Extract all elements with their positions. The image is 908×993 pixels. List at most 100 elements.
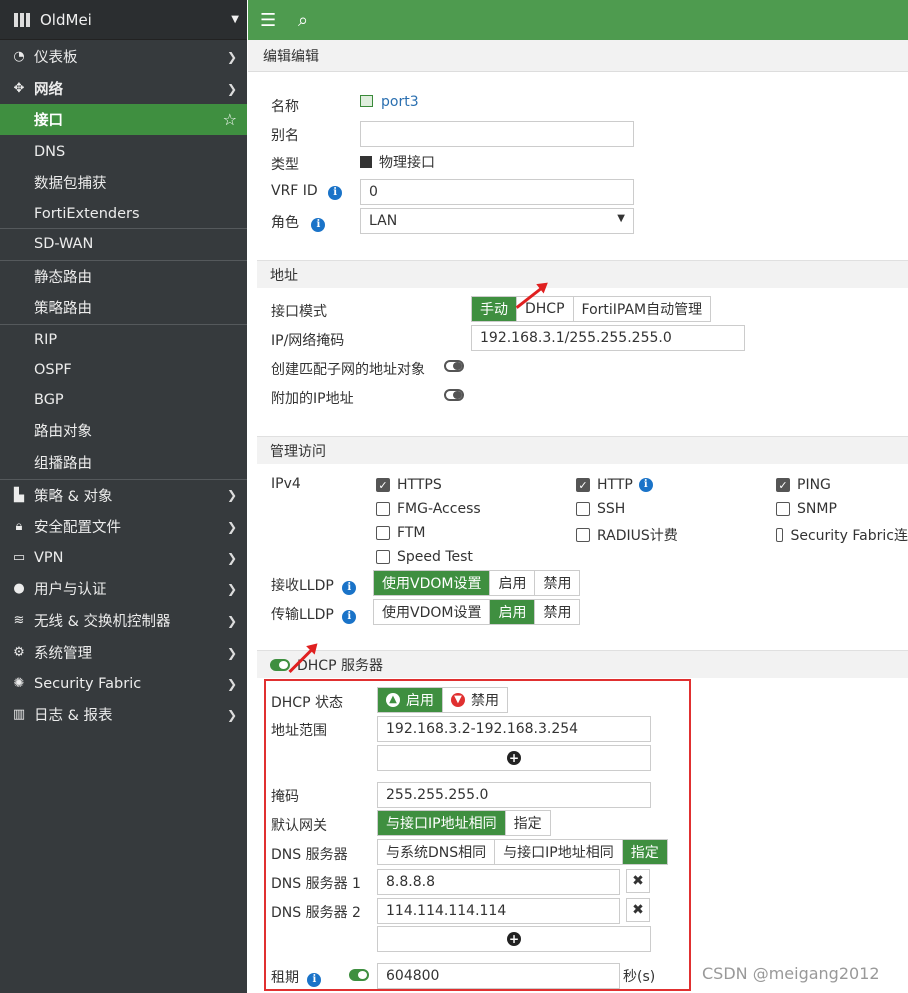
address-section-header: 地址 <box>257 260 908 288</box>
nav-network[interactable]: ✥ 网络 ❯ <box>0 73 247 104</box>
snmp-checkbox[interactable]: SNMP <box>776 501 837 517</box>
lldp-tx-vdom-button[interactable]: 使用VDOM设置 <box>374 600 491 624</box>
info-icon[interactable]: i <box>342 581 357 595</box>
brand-bar[interactable]: OldMei ▼ <box>0 0 247 40</box>
alias-input[interactable] <box>360 121 634 147</box>
nav-label: 策略路由 <box>34 301 92 317</box>
ssh-checkbox[interactable]: SSH <box>576 501 625 517</box>
dns-specify-button[interactable]: 指定 <box>622 840 667 864</box>
plus-icon: + <box>507 932 521 946</box>
dns-system-button[interactable]: 与系统DNS相同 <box>378 840 496 864</box>
ftm-checkbox[interactable]: FTM <box>376 525 425 541</box>
secondary-ip-toggle[interactable] <box>444 389 464 401</box>
search-icon[interactable]: ⌕ <box>298 10 324 31</box>
name-value: port3 <box>381 94 419 110</box>
nav-security-profiles[interactable]: 🔒︎ 安全配置文件 ❯ <box>0 511 247 542</box>
nav-label: DNS <box>34 143 66 160</box>
chevron-down-icon: ❯ <box>226 81 237 96</box>
info-icon[interactable]: i <box>342 610 357 624</box>
admin-access-section-header: 管理访问 <box>257 436 908 464</box>
arrow-down-icon: ▼ <box>451 693 465 707</box>
nav-dns[interactable]: DNS <box>0 136 247 167</box>
checkbox-label: FTM <box>397 525 426 541</box>
nav-user-auth[interactable]: ● 用户与认证 ❯ <box>0 573 247 604</box>
type-value: 物理接口 <box>379 155 435 171</box>
vrf-input[interactable] <box>360 179 634 205</box>
physical-port-icon <box>360 156 372 168</box>
nav-fortiextenders[interactable]: FortiExtenders <box>0 198 247 229</box>
lldp-tx-disable-button[interactable]: 禁用 <box>535 600 580 624</box>
nav-label: 系统管理 <box>34 646 92 662</box>
address-range-input[interactable] <box>377 716 651 742</box>
security-fabric-checkbox[interactable]: Security Fabric连 <box>776 525 908 545</box>
ip-mask-input[interactable] <box>471 325 745 351</box>
dhcp-enable-button[interactable]: ▲ 启用 <box>378 688 443 712</box>
star-icon[interactable]: ☆ <box>223 110 237 129</box>
dns1-input[interactable] <box>377 869 620 895</box>
nav-label: 日志 & 报表 <box>34 708 113 724</box>
add-dns-button[interactable]: + <box>377 926 651 952</box>
mode-manual-button[interactable]: 手动 <box>472 297 517 321</box>
role-select[interactable]: LAN ▼ <box>360 208 634 234</box>
lease-time-toggle[interactable] <box>349 969 369 981</box>
nav-packet-capture[interactable]: 数据包捕获 <box>0 167 247 198</box>
remove-dns1-button[interactable]: ✖ <box>626 869 650 893</box>
lldp-rx-vdom-button[interactable]: 使用VDOM设置 <box>374 571 491 595</box>
nav-policy-routes[interactable]: 策略路由 <box>0 292 247 323</box>
info-icon[interactable]: i <box>328 186 343 200</box>
nav-label: 数据包捕获 <box>34 176 107 192</box>
fmg-access-checkbox[interactable]: FMG-Access <box>376 501 481 517</box>
nav-dashboard[interactable]: ◔ 仪表板 ❯ <box>0 41 247 72</box>
mode-fortiipam-button[interactable]: FortiIPAM自动管理 <box>573 297 711 321</box>
nav-multicast[interactable]: 组播路由 <box>0 447 247 478</box>
remove-dns2-button[interactable]: ✖ <box>626 898 650 922</box>
netmask-input[interactable] <box>377 782 651 808</box>
port-icon <box>360 95 373 107</box>
lldp-rx-enable-button[interactable]: 启用 <box>490 571 536 595</box>
nav-static-routes[interactable]: 静态路由 <box>0 260 247 291</box>
lldp-rx-disable-button[interactable]: 禁用 <box>535 571 580 595</box>
info-icon[interactable]: i <box>638 478 653 492</box>
nav-sdwan[interactable]: SD-WAN <box>0 228 247 259</box>
radius-accounting-checkbox[interactable]: RADIUS计费 <box>576 525 678 545</box>
nav-interfaces[interactable]: 接口 ☆ <box>0 104 247 135</box>
nav-rip[interactable]: RIP <box>0 324 247 355</box>
checkbox-empty-icon <box>576 502 590 516</box>
https-checkbox[interactable]: ✓ HTTPS <box>376 477 442 493</box>
lease-time-input[interactable] <box>377 963 620 989</box>
info-icon[interactable]: i <box>311 218 326 232</box>
dns-interface-button[interactable]: 与接口IP地址相同 <box>495 840 623 864</box>
transmit-lldp-group: 使用VDOM设置 启用 禁用 <box>373 599 581 625</box>
add-range-button[interactable]: + <box>377 745 651 771</box>
nav-policy-objects[interactable]: ▙ 策略 & 对象 ❯ <box>0 479 247 510</box>
vrf-label-text: VRF ID <box>271 183 318 199</box>
chevron-right-icon: ❯ <box>226 49 237 64</box>
nav-ospf[interactable]: OSPF <box>0 354 247 385</box>
dashboard-icon: ◔ <box>13 49 25 64</box>
checkbox-label: PING <box>797 477 831 493</box>
lldp-tx-enable-button[interactable]: 启用 <box>490 600 536 624</box>
nav-log-report[interactable]: ▥ 日志 & 报表 ❯ <box>0 699 247 730</box>
dhcp-server-toggle[interactable] <box>270 658 290 671</box>
speed-test-checkbox[interactable]: Speed Test <box>376 549 473 565</box>
create-address-object-toggle[interactable] <box>444 360 464 372</box>
nav-wifi-switch[interactable]: ≋ 无线 & 交换机控制器 ❯ <box>0 605 247 636</box>
dns2-input[interactable] <box>377 898 620 924</box>
chevron-down-icon[interactable]: ▼ <box>231 14 239 25</box>
nav-system[interactable]: ⚙ 系统管理 ❯ <box>0 637 247 668</box>
gateway-specify-button[interactable]: 指定 <box>505 811 550 835</box>
checkbox-check-icon: ✓ <box>576 478 590 492</box>
ping-checkbox[interactable]: ✓ PING <box>776 477 831 493</box>
ip-mask-label: IP/网络掩码 <box>271 333 345 349</box>
checkbox-empty-icon <box>376 550 390 564</box>
nav-security-fabric[interactable]: ✺ Security Fabric ❯ <box>0 668 247 699</box>
info-icon[interactable]: i <box>307 973 322 987</box>
http-checkbox[interactable]: ✓ HTTP i <box>576 477 653 493</box>
dhcp-disable-button[interactable]: ▼ 禁用 <box>443 688 507 712</box>
gateway-same-button[interactable]: 与接口IP地址相同 <box>378 811 506 835</box>
nav-bgp[interactable]: BGP <box>0 384 247 415</box>
nav-routing-objects[interactable]: 路由对象 <box>0 415 247 446</box>
nav-vpn[interactable]: ▭ VPN ❯ <box>0 542 247 573</box>
chevron-right-icon: ❯ <box>226 645 237 660</box>
menu-icon[interactable]: ☰ <box>260 10 286 31</box>
